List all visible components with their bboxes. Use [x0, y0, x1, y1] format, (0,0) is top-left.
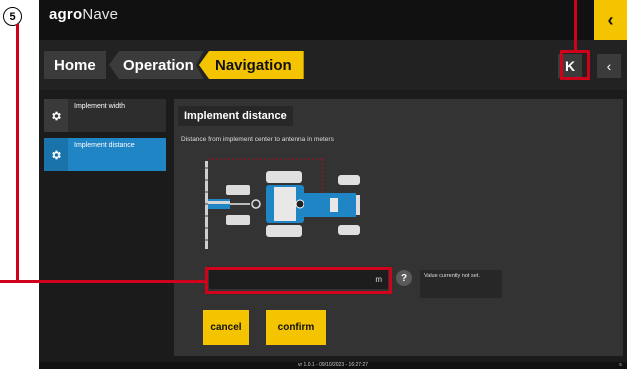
chevron-left-icon: ‹ [607, 9, 614, 30]
sidebar-item-label: Implement width [74, 103, 125, 110]
footer: vr 1.0.1 - 09/10/2023 - 16:27:27 ≡ [39, 362, 627, 369]
breadcrumb-operation[interactable]: Operation [109, 51, 204, 79]
top-bar: agroNave ‹ [39, 0, 627, 40]
brand-secondary: Nave [82, 6, 119, 23]
menu-icon: ≡ [619, 362, 622, 368]
sidebar-item-implement-distance[interactable]: Implement distance [44, 138, 166, 171]
sidebar-item-label: Implement distance [74, 142, 135, 149]
breadcrumb-navigation[interactable]: Navigation [199, 51, 304, 79]
confirm-button[interactable]: confirm [266, 310, 326, 345]
cancel-button[interactable]: cancel [203, 310, 249, 345]
panel-title: Implement distance [178, 106, 293, 126]
breadcrumb: Home Operation Navigation [39, 40, 627, 90]
tractor-implement-diagram [205, 158, 360, 249]
settings-panel: Implement distance Distance from impleme… [174, 99, 623, 356]
back-button[interactable]: ‹ [597, 54, 621, 78]
panel-description: Distance from implement center to antenn… [181, 136, 334, 143]
brand-primary: agro [49, 6, 83, 23]
callout-line-top [574, 0, 577, 50]
sidebar-item-implement-width[interactable]: Implement width [44, 99, 166, 132]
callout-box-input [205, 267, 392, 294]
status-message: Value currently not set. [420, 270, 502, 298]
callout-box-collapse [560, 50, 590, 80]
version-label: vr 1.0.1 - 09/10/2023 - 16:27:27 [297, 362, 369, 368]
chevron-left-icon: ‹ [606, 58, 612, 74]
app-screen: agroNave ‹ Home Operation Navigation K ‹… [39, 0, 627, 369]
help-button[interactable]: ? [396, 270, 412, 286]
top-corner-button[interactable]: ‹ [594, 0, 627, 40]
sidebar: Implement width Implement distance [39, 97, 169, 362]
callout-number: 5 [3, 7, 22, 26]
breadcrumb-home[interactable]: Home [44, 51, 106, 79]
callout-line-bottom [0, 280, 208, 283]
app-brand: agroNave [49, 6, 118, 23]
gear-icon [44, 99, 68, 132]
gear-icon [44, 138, 68, 171]
callout-line-left [16, 24, 19, 283]
